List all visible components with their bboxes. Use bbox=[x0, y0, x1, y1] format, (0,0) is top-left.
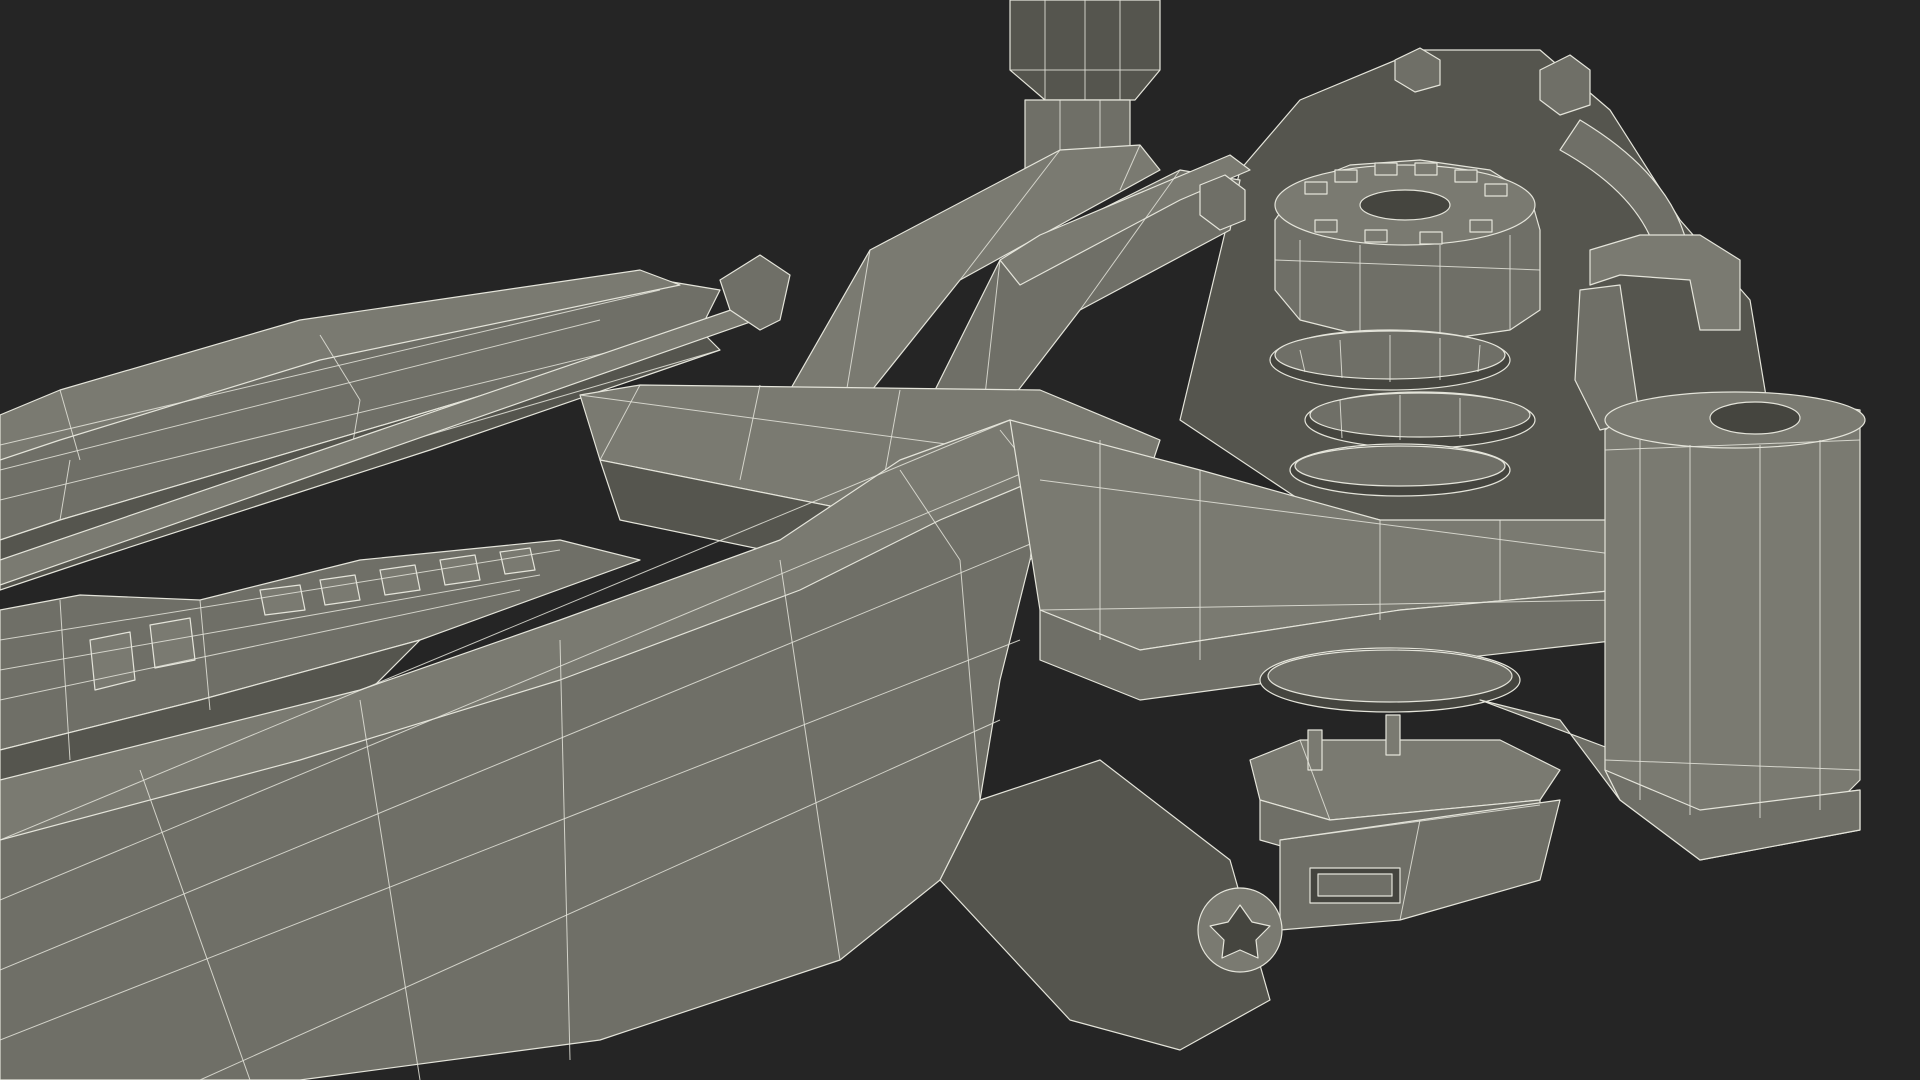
render-viewport bbox=[0, 0, 1920, 1080]
wireframe-model-render bbox=[0, 0, 1920, 1080]
round-gear-top bbox=[1274, 159, 1541, 341]
coil-gears bbox=[1269, 329, 1536, 497]
